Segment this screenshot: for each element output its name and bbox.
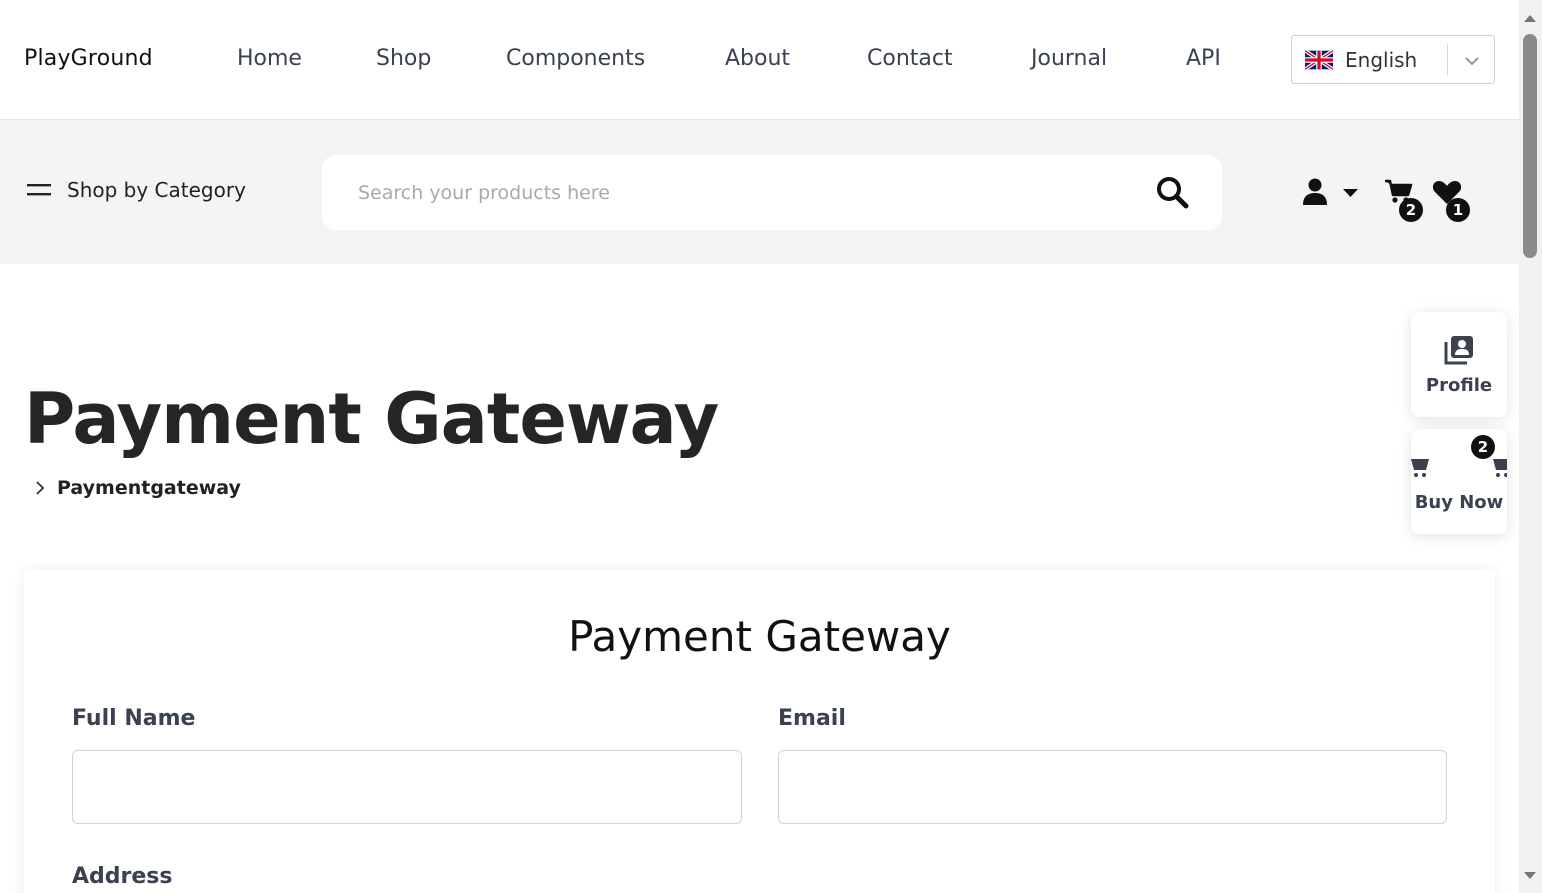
email-input[interactable] [778, 750, 1447, 824]
scrollbar-thumb[interactable] [1523, 34, 1537, 258]
cart-icon [1411, 459, 1429, 477]
cart-count-badge: 2 [1399, 198, 1423, 222]
language-select[interactable]: English [1291, 35, 1495, 84]
search-icon[interactable] [1155, 175, 1189, 209]
chevron-down-icon [1465, 57, 1479, 66]
cart-icon [1493, 459, 1507, 477]
nav-journal[interactable]: Journal [1031, 46, 1107, 71]
shop-by-category-label: Shop by Category [67, 178, 246, 202]
nav-components[interactable]: Components [506, 46, 645, 71]
menu-icon [27, 184, 51, 196]
full-name-input[interactable] [72, 750, 742, 824]
nav-shop[interactable]: Shop [376, 46, 431, 71]
nav-api[interactable]: API [1186, 46, 1221, 71]
email-label: Email [778, 706, 846, 731]
breadcrumb: Paymentgateway [33, 477, 241, 499]
chevron-right-icon [36, 481, 45, 495]
nav-contact[interactable]: Contact [867, 46, 953, 71]
brand-logo[interactable]: PlayGround [24, 46, 153, 71]
buy-now-float-button[interactable]: 2 Buy Now [1411, 429, 1507, 534]
search-input[interactable] [358, 175, 1138, 211]
nav-home[interactable]: Home [237, 46, 302, 71]
language-label: English [1345, 48, 1418, 72]
uk-flag-icon [1305, 50, 1333, 70]
user-account-icon[interactable] [1302, 178, 1360, 208]
page-title: Payment Gateway [24, 378, 719, 460]
search-bar-section: Shop by Category 2 1 [0, 120, 1519, 264]
scroll-up-arrow-icon[interactable] [1522, 12, 1538, 24]
profile-label: Profile [1425, 375, 1493, 396]
search-box [322, 155, 1222, 230]
top-navbar: PlayGround Home Shop Components About Co… [0, 0, 1519, 120]
cart-button[interactable]: 2 [1384, 176, 1426, 224]
breadcrumb-current[interactable]: Paymentgateway [57, 477, 241, 499]
address-label: Address [72, 864, 173, 889]
wishlist-count-badge: 1 [1446, 198, 1470, 222]
payment-form-card: Payment Gateway Full Name Email Address [24, 570, 1495, 893]
nav-about[interactable]: About [725, 46, 790, 71]
buy-now-count-badge: 2 [1471, 435, 1495, 459]
shop-by-category-button[interactable]: Shop by Category [27, 178, 246, 202]
full-name-label: Full Name [72, 706, 196, 731]
language-divider [1447, 44, 1448, 75]
profile-float-button[interactable]: Profile [1411, 312, 1507, 417]
form-title: Payment Gateway [568, 612, 951, 661]
scroll-down-arrow-icon[interactable] [1522, 870, 1538, 882]
profile-card-icon [1444, 336, 1473, 365]
wishlist-button[interactable]: 1 [1432, 176, 1474, 224]
buy-now-label: Buy Now [1414, 492, 1504, 513]
